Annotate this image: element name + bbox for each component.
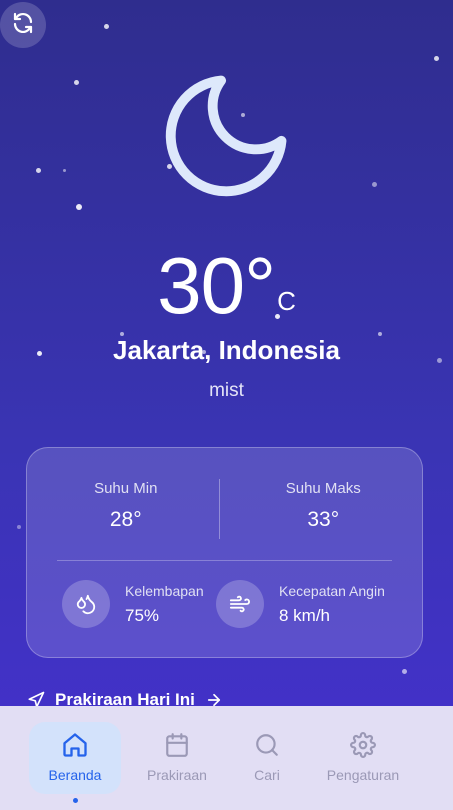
wind-stat: Kecepatan Angin 8 km/h <box>216 580 385 628</box>
star <box>372 182 377 187</box>
max-temp-label: Suhu Maks <box>285 480 361 497</box>
refresh-icon <box>11 11 35 40</box>
nav-item-prakiraan[interactable]: Prakiraan <box>131 722 223 794</box>
search-icon <box>254 731 280 759</box>
star <box>104 24 109 29</box>
location-name: Jakarta, Indonesia <box>113 335 340 365</box>
nav-item-cari[interactable]: Cari <box>221 722 313 794</box>
max-temp-value: 33° <box>307 508 340 531</box>
active-indicator <box>73 798 78 803</box>
nav-item-pengaturan[interactable]: Pengaturan <box>317 722 409 794</box>
star <box>36 168 41 173</box>
home-icon <box>61 731 89 759</box>
nav-label-pengaturan: Pengaturan <box>326 767 400 783</box>
temperature-value: 30° <box>157 241 276 330</box>
humidity-value: 75% <box>125 605 160 625</box>
calendar-icon <box>164 731 190 759</box>
nav-item-beranda[interactable]: Beranda <box>29 722 121 794</box>
star <box>74 80 79 85</box>
wind-icon <box>216 580 264 628</box>
horizontal-divider <box>57 560 392 561</box>
star <box>434 56 439 61</box>
weather-details-card: Suhu Min 28° Suhu Maks 33° Kelembapan 75… <box>26 447 423 658</box>
wind-value: 8 km/h <box>279 605 331 625</box>
gear-icon <box>350 731 376 759</box>
vertical-divider <box>219 479 220 539</box>
min-temp: Suhu Min 28° <box>27 480 225 542</box>
nav-label-prakiraan: Prakiraan <box>147 767 207 783</box>
min-max-row: Suhu Min 28° Suhu Maks 33° <box>27 480 422 542</box>
wind-label: Kecepatan Angin <box>279 582 385 599</box>
temperature-display: 30° C <box>0 238 453 334</box>
refresh-button[interactable] <box>0 2 46 48</box>
nav-label-beranda: Beranda <box>48 767 102 783</box>
nav-label-cari: Cari <box>254 767 280 783</box>
humidity-stat: Kelembapan 75% <box>62 580 204 628</box>
min-temp-value: 28° <box>109 508 142 531</box>
max-temp: Suhu Maks 33° <box>225 480 423 542</box>
moon-icon <box>152 62 300 210</box>
star <box>17 525 21 529</box>
star <box>76 204 82 210</box>
weather-condition: mist <box>209 380 244 401</box>
droplets-icon <box>62 580 110 628</box>
star <box>402 669 407 674</box>
star <box>63 169 66 172</box>
humidity-label: Kelembapan <box>125 582 204 599</box>
temperature-unit: C <box>277 286 296 316</box>
min-temp-label: Suhu Min <box>94 480 158 497</box>
bottom-nav: Beranda Prakiraan Cari Pengaturan <box>0 706 453 810</box>
